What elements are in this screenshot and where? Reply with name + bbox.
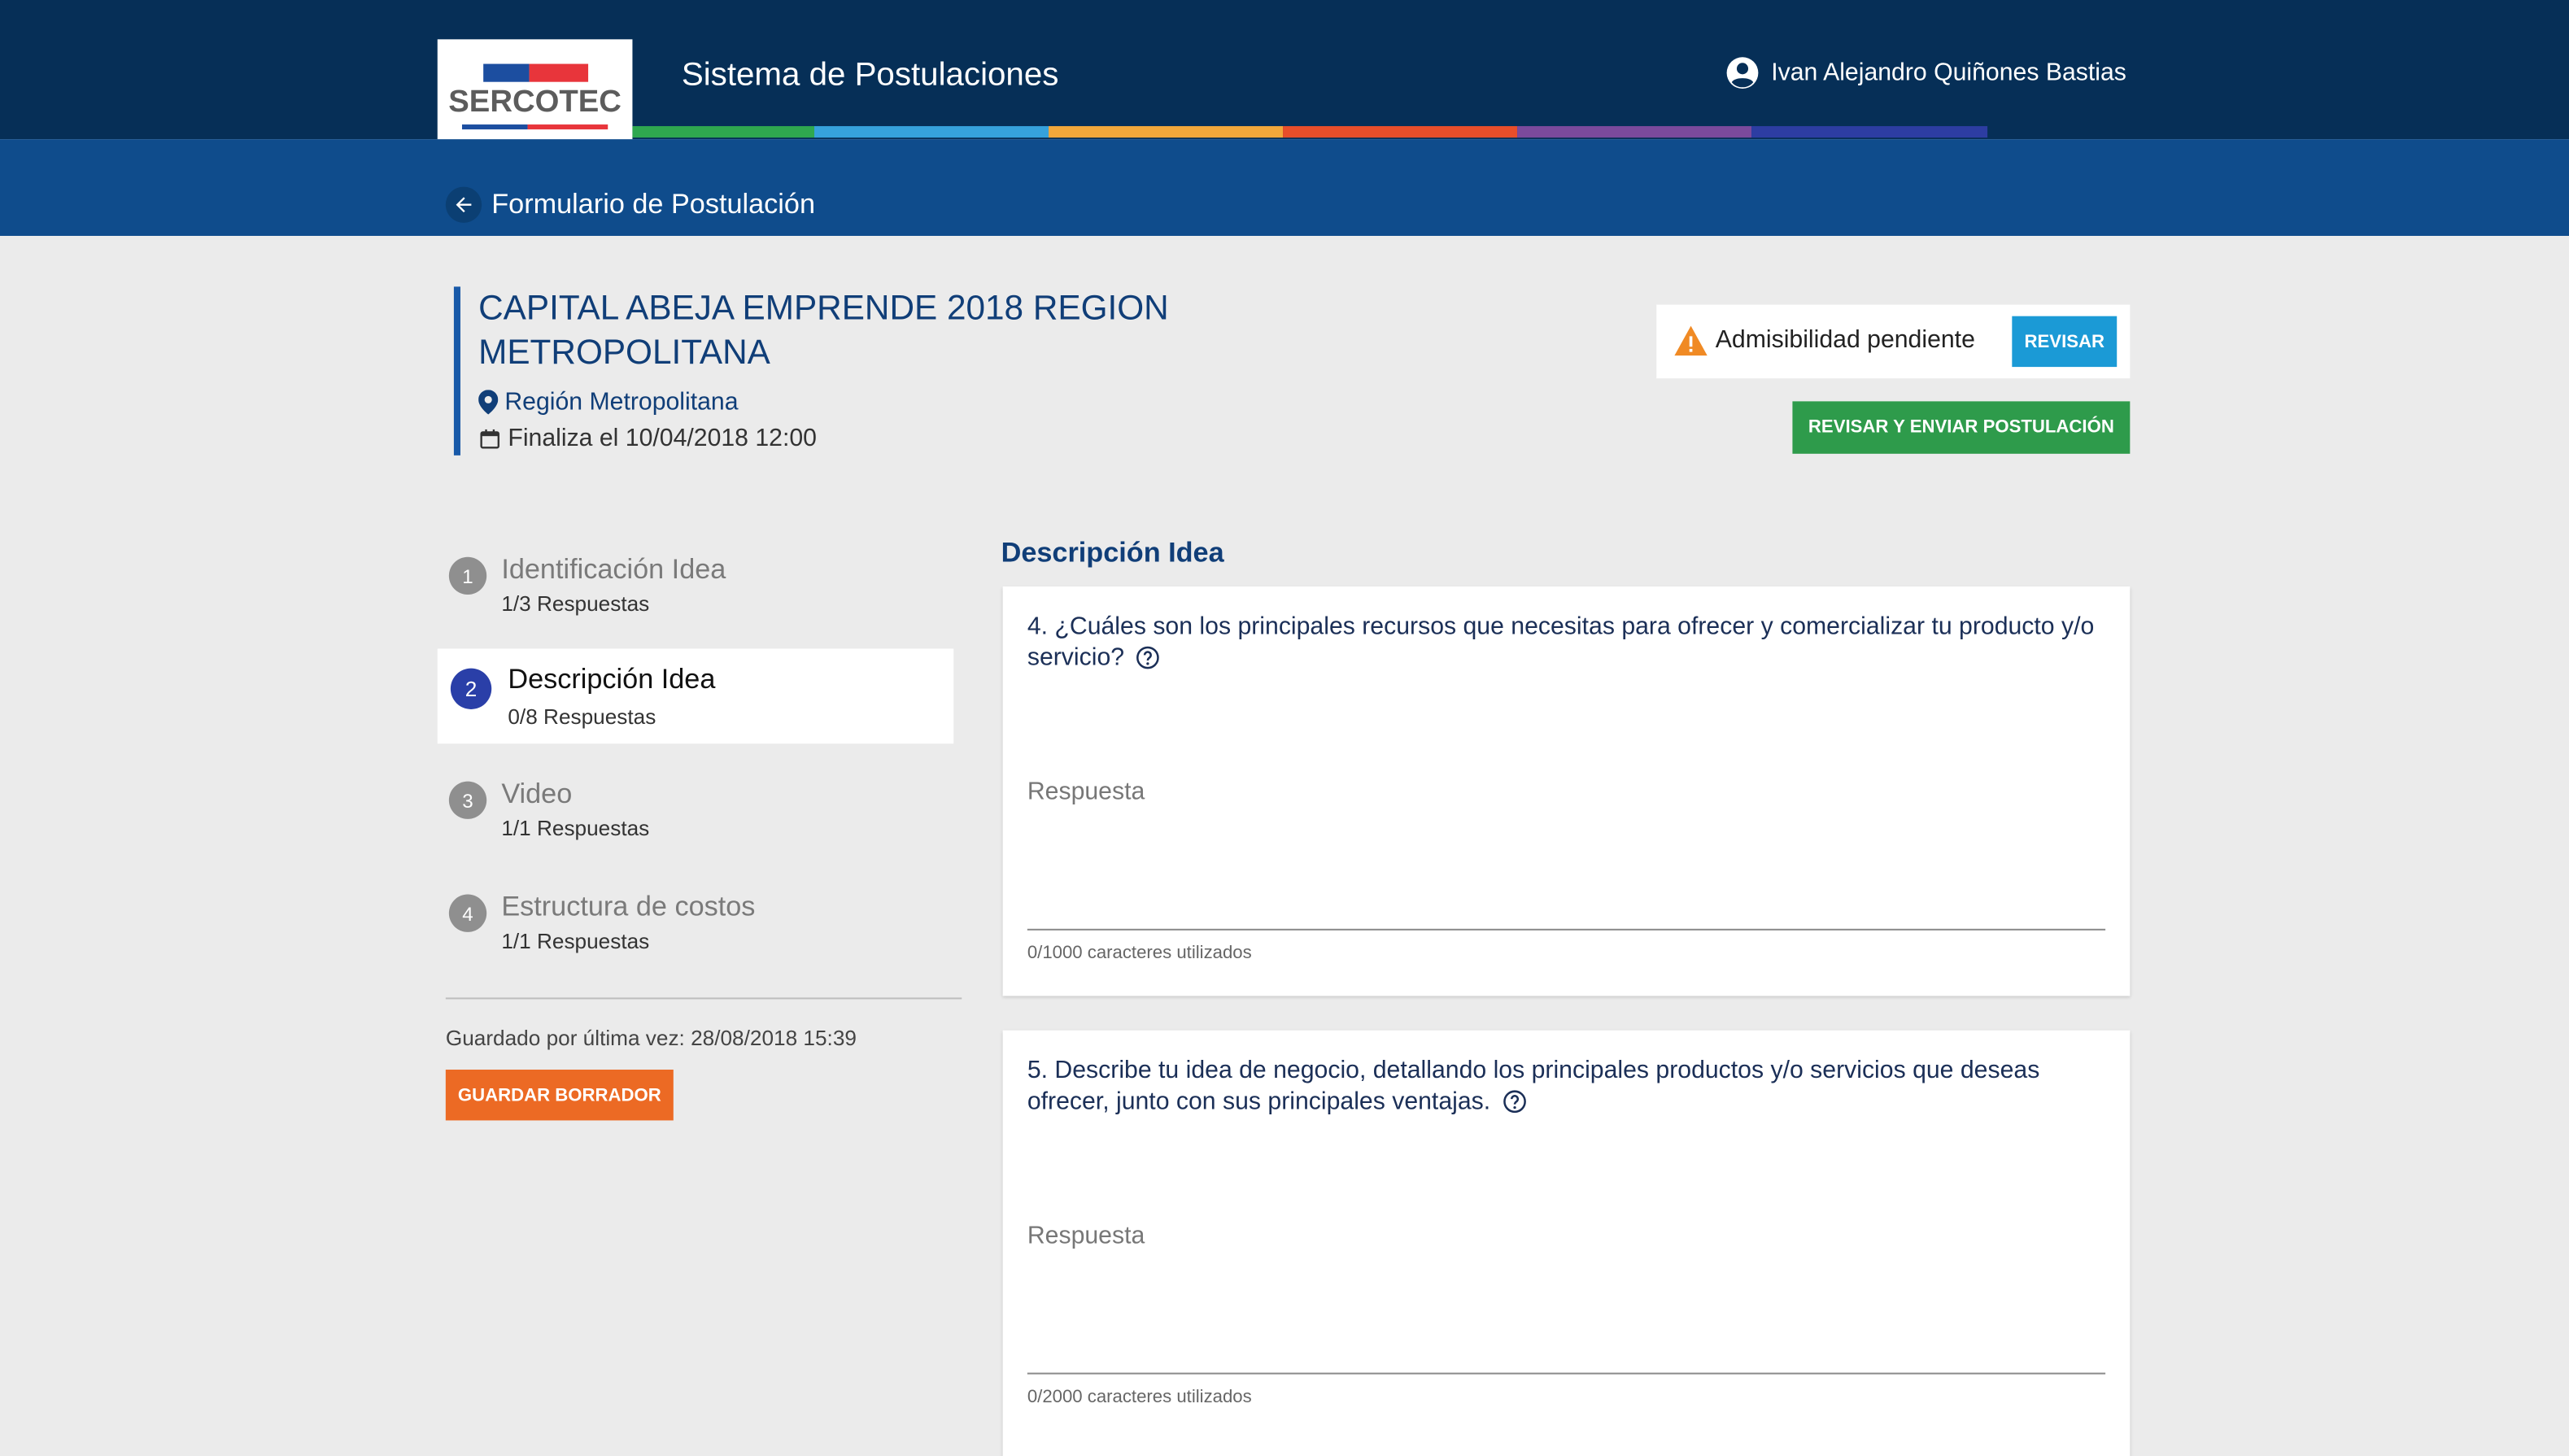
character-counter: 0/2000 caracteres utilizados [1027,1387,1252,1407]
admissibility-status: Admisibilidad pendiente [1715,325,1975,354]
last-saved-text: Guardado por última vez: 28/08/2018 15:3… [445,1025,857,1050]
top-bar: SERCOTEC Sistema de Postulaciones Ivan A… [0,0,2569,153]
save-draft-button[interactable]: GUARDAR BORRADOR [445,1070,674,1121]
admissibility-panel: Admisibilidad pendiente REVISAR [1656,304,2131,379]
step-number: 3 [448,781,487,819]
question-card-5: 5. Describe tu idea de negocio, detallan… [1002,1030,2131,1456]
step-number: 4 [448,894,487,932]
step-number: 1 [448,556,487,595]
step-progress: 1/1 Respuestas [501,928,650,954]
color-stripe [814,126,1049,138]
color-stripe [1049,126,1284,138]
logo-text: SERCOTEC [448,85,622,120]
brand-color-stripes [632,126,1988,138]
question-text: 4. ¿Cuáles son los principales recursos … [1027,611,2109,678]
page-title: Formulario de Postulación [491,188,815,220]
section-title: Descripción Idea [1001,537,1224,569]
call-header: CAPITAL ABEJA EMPRENDE 2018 REGION METRO… [453,286,1247,456]
sub-header-bar [0,139,2569,236]
color-stripe [1517,126,1752,138]
step-item-1[interactable]: 1 Identificación Idea 1/3 Respuestas [438,554,953,649]
question-card-4: 4. ¿Cuáles son los principales recursos … [1002,586,2131,996]
color-stripe [632,126,815,138]
calendar-icon [480,428,499,448]
back-button[interactable] [445,186,482,223]
answer-field-5[interactable] [1027,1222,2106,1375]
help-icon[interactable] [1503,1089,1527,1122]
user-name: Ivan Alejandro Quiñones Bastias [1771,58,2126,86]
step-item-3[interactable]: 3 Video 1/1 Respuestas [438,778,953,874]
user-account-icon [1726,56,1759,88]
call-region-text: Región Metropolitana [504,388,739,416]
app-title: Sistema de Postulaciones [681,57,1059,94]
arrow-left-icon [456,197,472,213]
logo-flag [483,63,589,82]
color-stripe [1283,126,1518,138]
step-title: Video [501,778,573,809]
step-progress: 1/1 Respuestas [501,815,650,841]
step-progress: 0/8 Respuestas [508,704,656,730]
answer-field-4[interactable] [1027,778,2106,931]
question-label: 4. ¿Cuáles son los principales recursos … [1027,612,2095,672]
map-pin-icon [478,390,499,415]
step-progress: 1/3 Respuestas [501,591,650,617]
call-deadline: Finaliza el 10/04/2018 12:00 [478,425,817,452]
sidebar-divider [445,997,962,1000]
color-stripe [1751,126,1988,138]
step-number: 2 [450,668,492,709]
help-icon[interactable] [1136,645,1160,678]
step-item-2[interactable]: 2 Descripción Idea 0/8 Respuestas [437,648,954,744]
step-title: Identificación Idea [501,553,726,585]
call-title: CAPITAL ABEJA EMPRENDE 2018 REGION METRO… [478,290,1169,373]
question-label: 5. Describe tu idea de negocio, detallan… [1027,1056,2040,1116]
review-and-submit-button[interactable]: REVISAR Y ENVIAR POSTULACIÓN [1792,401,2131,454]
step-title: Descripción Idea [508,663,716,695]
step-title: Estructura de costos [501,891,756,922]
character-counter: 0/1000 caracteres utilizados [1027,943,1252,964]
user-menu[interactable]: Ivan Alejandro Quiñones Bastias [1725,54,2126,89]
call-deadline-text: Finaliza el 10/04/2018 12:00 [508,424,817,452]
question-text: 5. Describe tu idea de negocio, detallan… [1027,1055,2109,1123]
step-item-4[interactable]: 4 Estructura de costos 1/1 Respuestas [438,891,953,987]
sercotec-logo[interactable]: SERCOTEC [437,39,633,153]
warning-icon [1674,325,1708,356]
review-admissibility-button[interactable]: REVISAR [2012,316,2118,368]
logo-underline [461,124,608,130]
call-region: Región Metropolitana [478,388,739,416]
